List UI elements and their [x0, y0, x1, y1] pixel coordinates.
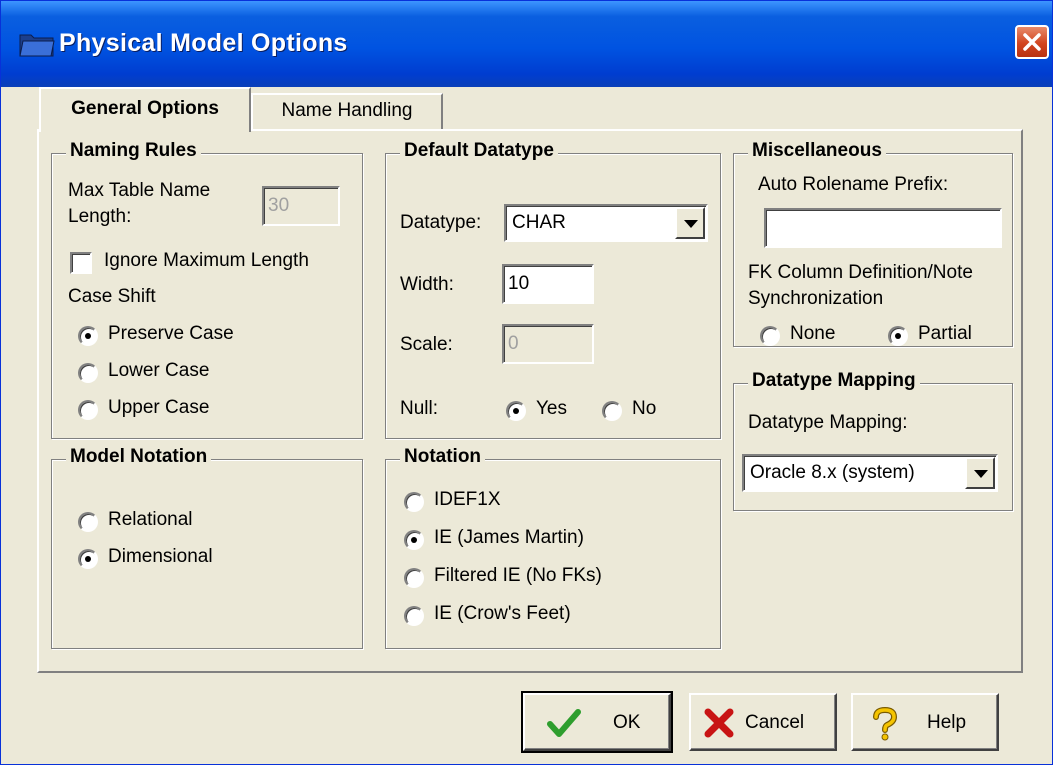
dialog-window: Physical Model Options General Options N…: [0, 0, 1053, 765]
max-length-label-line1: Max Table Name: [68, 180, 211, 201]
preserve-case-label: Preserve Case: [108, 323, 234, 344]
folder-icon: [19, 34, 55, 57]
null-no-label: No: [632, 398, 657, 419]
radio-relational[interactable]: [78, 512, 98, 532]
default-datatype-group: Default Datatype Datatype: CHAR Width: 1…: [385, 140, 721, 439]
naming-rules-title: Naming Rules: [66, 140, 201, 162]
close-icon: [1023, 33, 1041, 51]
upper-case-label: Upper Case: [108, 397, 210, 418]
scale-label: Scale:: [400, 334, 453, 355]
radio-dimensional[interactable]: [78, 549, 98, 569]
tab-name-handling[interactable]: Name Handling: [251, 93, 443, 129]
dialog-client: General Options Name Handling Naming Rul…: [9, 87, 1045, 759]
fk-none-label: None: [790, 323, 836, 344]
miscellaneous-group: Miscellaneous Auto Rolename Prefix: FK C…: [733, 140, 1013, 347]
naming-rules-group: Naming Rules Max Table Name Length: 30 I…: [51, 140, 363, 439]
fk-partial-label: Partial: [918, 323, 972, 344]
scale-input[interactable]: 0: [502, 324, 594, 364]
radio-idef1x[interactable]: [404, 492, 424, 512]
filtered-ie-label: Filtered IE (No FKs): [434, 565, 602, 586]
datatype-mapping-group: Datatype Mapping Datatype Mapping: Oracl…: [733, 370, 1013, 511]
radio-null-yes[interactable]: [506, 401, 526, 421]
radio-fk-partial[interactable]: [888, 326, 908, 346]
tab-general-options[interactable]: General Options: [39, 87, 251, 132]
datatype-combo[interactable]: CHAR: [504, 204, 708, 242]
radio-null-no[interactable]: [602, 401, 622, 421]
help-button[interactable]: Help: [851, 693, 999, 751]
case-shift-label: Case Shift: [68, 286, 156, 307]
checkmark-icon: [547, 709, 581, 737]
miscellaneous-title: Miscellaneous: [748, 140, 886, 162]
cancel-x-icon: [704, 708, 734, 738]
radio-fk-none[interactable]: [760, 326, 780, 346]
ie-james-martin-label: IE (James Martin): [434, 527, 584, 548]
chevron-down-icon[interactable]: [965, 457, 995, 489]
ignore-max-length-checkbox[interactable]: [70, 252, 92, 274]
idef1x-label: IDEF1X: [434, 489, 501, 510]
radio-lower-case[interactable]: [78, 363, 98, 383]
radio-preserve-case[interactable]: [78, 326, 98, 346]
radio-ie-crows-feet[interactable]: [404, 606, 424, 626]
auto-rolename-prefix-label: Auto Rolename Prefix:: [758, 174, 949, 195]
ok-label: OK: [613, 712, 641, 733]
width-input[interactable]: 10: [502, 264, 594, 304]
cancel-button[interactable]: Cancel: [689, 693, 837, 751]
datatype-mapping-title: Datatype Mapping: [748, 370, 920, 392]
notation-title: Notation: [400, 446, 486, 468]
relational-label: Relational: [108, 509, 193, 530]
datatype-value: CHAR: [512, 212, 566, 233]
datatype-mapping-value: Oracle 8.x (system): [750, 462, 915, 483]
model-notation-group: Model Notation Relational Dimensional: [51, 446, 363, 649]
lower-case-label: Lower Case: [108, 360, 210, 381]
width-label: Width:: [400, 274, 454, 295]
cancel-label: Cancel: [745, 712, 805, 733]
radio-upper-case[interactable]: [78, 400, 98, 420]
ie-crows-feet-label: IE (Crow's Feet): [434, 603, 571, 624]
tab-panel-general: Naming Rules Max Table Name Length: 30 I…: [37, 129, 1023, 673]
datatype-mapping-label: Datatype Mapping:: [748, 412, 908, 433]
max-length-input[interactable]: 30: [262, 186, 340, 226]
help-label: Help: [927, 712, 967, 733]
chevron-down-icon[interactable]: [675, 207, 705, 239]
close-button[interactable]: [1015, 25, 1049, 59]
datatype-label: Datatype:: [400, 212, 482, 233]
notation-group: Notation IDEF1X IE (James Martin) Filter…: [385, 446, 721, 649]
ignore-max-length-label: Ignore Maximum Length: [104, 250, 309, 271]
max-length-label-line2: Length:: [68, 206, 132, 227]
window-title: Physical Model Options: [59, 29, 348, 57]
dimensional-label: Dimensional: [108, 546, 213, 567]
fk-sync-label-line1: FK Column Definition/Note: [748, 262, 973, 283]
fk-sync-label-line2: Synchronization: [748, 288, 884, 309]
question-mark-icon: [873, 707, 898, 741]
radio-filtered-ie[interactable]: [404, 568, 424, 588]
title-bar[interactable]: Physical Model Options: [1, 1, 1052, 87]
auto-rolename-prefix-input[interactable]: [764, 208, 1002, 248]
ok-button[interactable]: OK: [521, 691, 673, 753]
null-label: Null:: [400, 398, 439, 419]
null-yes-label: Yes: [536, 398, 567, 419]
model-notation-title: Model Notation: [66, 446, 212, 468]
default-datatype-title: Default Datatype: [400, 140, 558, 162]
datatype-mapping-combo[interactable]: Oracle 8.x (system): [742, 454, 998, 492]
radio-ie-james-martin[interactable]: [404, 530, 424, 550]
